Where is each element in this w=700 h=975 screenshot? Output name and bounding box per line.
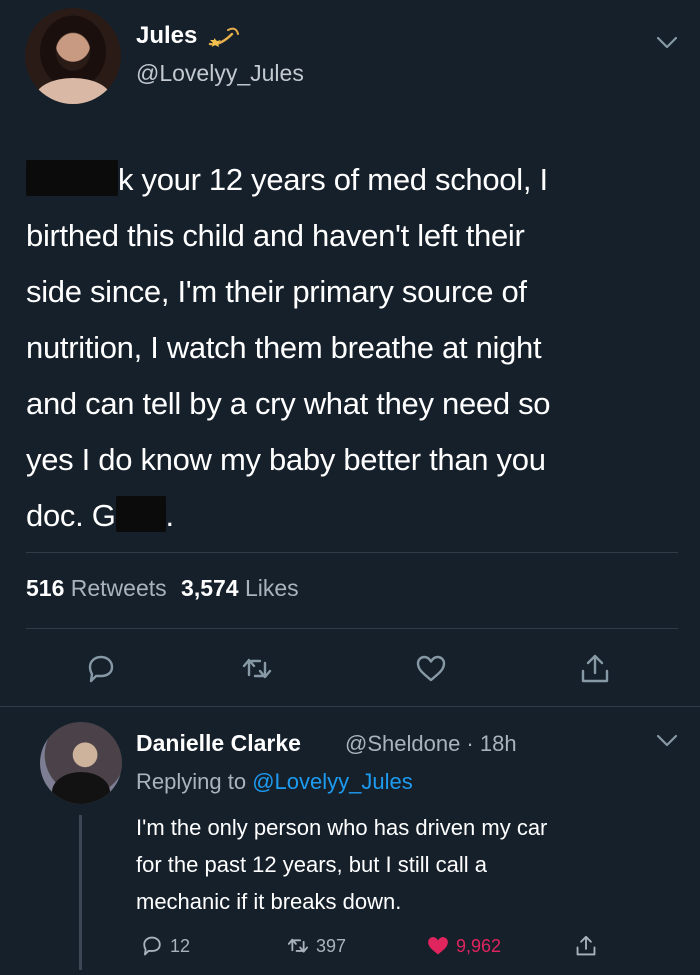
- chevron-down-icon[interactable]: [656, 734, 678, 748]
- tweet-line: birthed this child and haven't left thei…: [26, 218, 525, 253]
- replying-prefix: Replying to: [136, 769, 247, 794]
- heart-icon[interactable]: [414, 652, 448, 686]
- divider: [26, 628, 678, 629]
- tweet-thread: Jules @Lovelyy_Jules k your 12 years of …: [0, 0, 700, 975]
- author-handle[interactable]: @Lovelyy_Jules: [136, 60, 304, 87]
- chevron-down-icon[interactable]: [656, 36, 678, 50]
- tweet-line: side since, I'm their primary source of: [26, 274, 527, 309]
- replying-to: Replying to @Lovelyy_Jules: [136, 769, 413, 795]
- retweet-count[interactable]: 516: [26, 575, 64, 601]
- reply-line: for the past 12 years, but I still call …: [136, 852, 487, 877]
- reply-icon[interactable]: [84, 652, 118, 686]
- tweet-stats: 516 Retweets 3,574 Likes: [26, 575, 299, 602]
- tweet-header: Jules @Lovelyy_Jules: [0, 0, 700, 120]
- reply-line: I'm the only person who has driven my ca…: [136, 815, 548, 840]
- reply-icon: [143, 936, 161, 956]
- reply-count: 12: [170, 935, 191, 956]
- redacted-word: [115, 496, 166, 532]
- reply-like-button[interactable]: 9,962: [426, 932, 501, 960]
- tweet-text: k your 12 years of med school, I birthed…: [26, 152, 676, 544]
- reply-avatar[interactable]: [40, 722, 122, 804]
- reply-reply-button[interactable]: 12: [140, 932, 190, 960]
- like-count[interactable]: 3,574: [181, 575, 239, 601]
- author-display-name[interactable]: Jules: [136, 22, 197, 50]
- avatar[interactable]: [25, 8, 121, 104]
- heart-filled-icon: [428, 937, 448, 955]
- tweet-line: nutrition, I watch them breathe at night: [26, 330, 542, 365]
- share-icon: [576, 935, 596, 956]
- tweet-line: doc. G.: [26, 496, 174, 533]
- like-label[interactable]: Likes: [245, 575, 299, 601]
- reply-retweet-button[interactable]: 397: [286, 932, 346, 960]
- avatar-body: [52, 772, 110, 804]
- tweet-line: and can tell by a cry what they need so: [26, 386, 551, 421]
- share-icon[interactable]: [578, 652, 612, 686]
- tweet-action-bar: [0, 640, 700, 700]
- retweet-label[interactable]: Retweets: [71, 575, 167, 601]
- reply-line: mechanic if it breaks down.: [136, 889, 402, 914]
- reply-handle-time[interactable]: @Sheldone · 18h: [345, 731, 517, 757]
- shooting-star-icon: [208, 27, 239, 47]
- tweet-line: k your 12 years of med school, I: [26, 152, 676, 208]
- retweet-icon[interactable]: [240, 652, 274, 686]
- divider: [0, 706, 700, 707]
- reply-retweet-count: 397: [316, 935, 347, 956]
- replying-mention-link[interactable]: @Lovelyy_Jules: [252, 769, 413, 794]
- reply-text: I'm the only person who has driven my ca…: [136, 809, 681, 920]
- redacted-word: [26, 160, 118, 196]
- tweet-line: yes I do know my baby better than you: [26, 442, 546, 477]
- reply-action-bar: 12 397 9,962: [0, 928, 700, 964]
- reply-author-name[interactable]: Danielle Clarke: [136, 730, 301, 757]
- reply-like-count: 9,962: [456, 935, 502, 956]
- reply-share-button[interactable]: [574, 932, 598, 960]
- divider: [26, 552, 678, 553]
- retweet-icon: [287, 938, 309, 953]
